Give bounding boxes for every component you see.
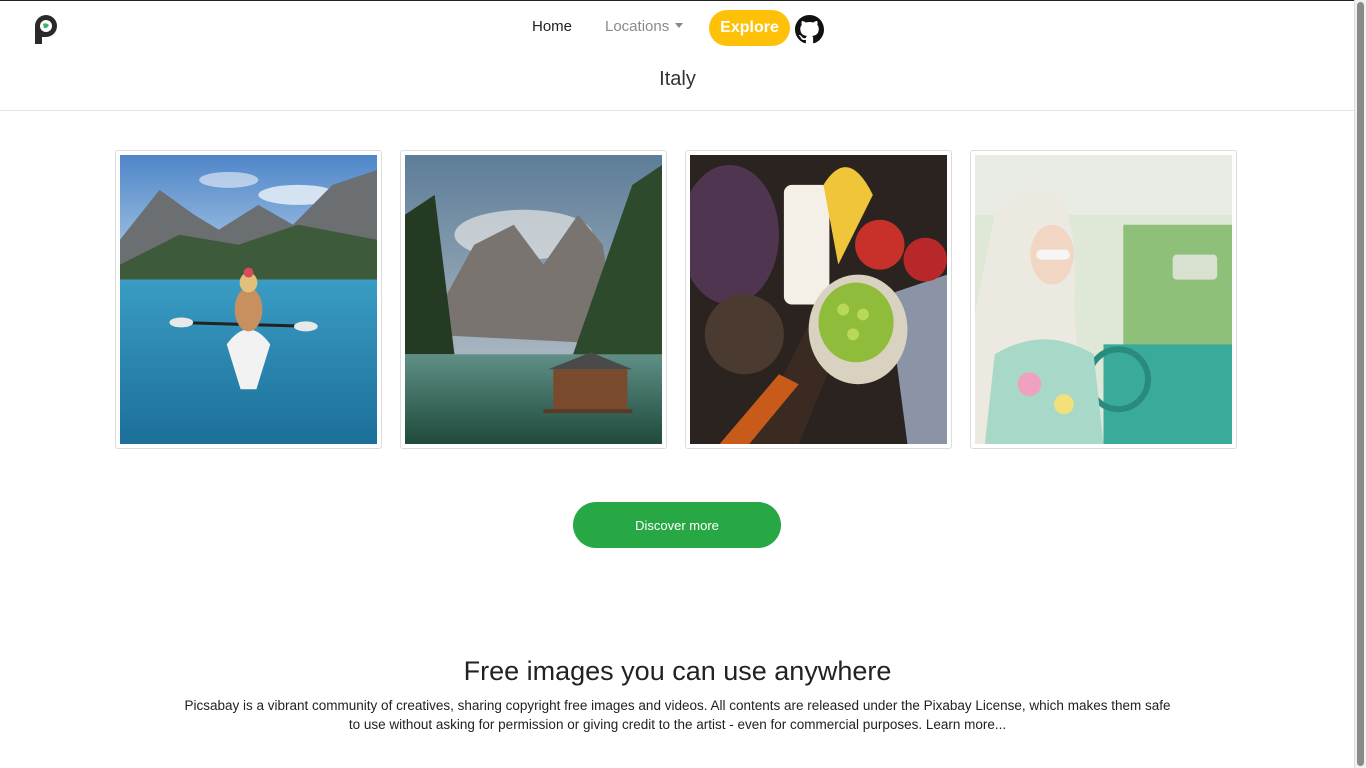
scrollbar-thumb[interactable] [1357,2,1364,766]
vertical-scrollbar[interactable] [1354,0,1366,768]
gallery-card-3[interactable] [685,150,952,449]
footer-description: Picsabay is a vibrant community of creat… [184,698,1171,732]
woman-vintage-car-image [975,155,1232,444]
nav-home-link[interactable]: Home [532,18,572,35]
github-icon[interactable] [795,15,824,44]
kayak-lake-image [120,155,377,444]
window-top-border [0,0,1366,1]
nav-locations-dropdown[interactable]: Locations [605,18,684,35]
gallery-card-1[interactable] [115,150,382,449]
gallery-card-4[interactable] [970,150,1237,449]
footer-title: Free images you can use anywhere [463,656,892,686]
header-divider [0,110,1355,111]
page-subtitle: Italy [659,68,696,90]
nav-locations-label: Locations [605,18,670,35]
chevron-down-icon [675,23,684,28]
fruit-milk-image [690,155,947,444]
gallery-card-2[interactable] [400,150,667,449]
top-nav: Home Locations Explore [0,10,1355,46]
mountain-lake-cabin-image [405,155,662,444]
discover-more-button[interactable]: Discover more [573,502,781,548]
explore-button[interactable]: Explore [709,10,790,46]
